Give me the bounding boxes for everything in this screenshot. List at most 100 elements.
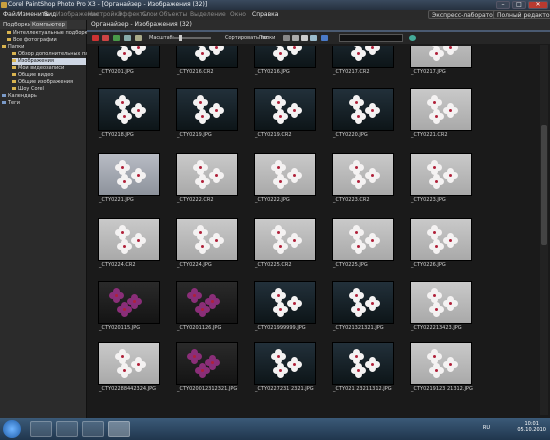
thumbnail-image[interactable]	[99, 343, 159, 384]
thumbnail[interactable]: _CTY020012312321.JPG	[177, 343, 241, 403]
language-indicator[interactable]: RU	[483, 425, 490, 431]
scrollbar-thumb[interactable]	[541, 125, 547, 245]
thumbnail-image[interactable]	[255, 154, 315, 195]
menu-item[interactable]: Окно	[230, 11, 246, 18]
maximize-button[interactable]: □	[512, 1, 526, 9]
remove-icon[interactable]	[102, 35, 109, 41]
thumbnail[interactable]: _CTY0226.JPG	[411, 219, 475, 279]
thumbnail-image[interactable]	[255, 219, 315, 260]
tree-item[interactable]: Теги	[2, 100, 86, 107]
menu-item[interactable]: Объекты	[159, 11, 187, 18]
search-input[interactable]	[339, 34, 403, 42]
thumbnail[interactable]: _CTY0227231 2321.JPG	[255, 343, 319, 403]
thumbnail-image[interactable]	[333, 46, 393, 67]
thumbnail-image[interactable]	[99, 46, 159, 67]
thumbnail-image[interactable]	[177, 343, 237, 384]
tree-item[interactable]: Шоу Corel	[12, 86, 86, 93]
clock[interactable]: 10:01 05.10.2010	[517, 421, 546, 433]
thumbnail-image[interactable]	[99, 282, 159, 323]
thumbnail-image[interactable]	[177, 46, 237, 67]
thumbnail-image[interactable]	[177, 219, 237, 260]
thumbnail-image[interactable]	[411, 46, 471, 67]
taskbar-paintshop-icon[interactable]	[108, 421, 130, 437]
thumbnail-image[interactable]	[99, 154, 159, 195]
thumbnail[interactable]: _CTY0220.JPG	[333, 89, 397, 149]
thumbnail[interactable]: _CTY0201.JPG	[99, 46, 163, 86]
thumbnail[interactable]: _CTY0219123 21312.JPG	[411, 343, 475, 403]
thumbnail[interactable]: _CTY0222.JPG	[255, 154, 319, 214]
thumbnail[interactable]: _CTY0216.JPG	[255, 46, 319, 86]
thumbnail[interactable]: _CTY0221.JPG	[99, 154, 163, 214]
scrollbar[interactable]	[540, 45, 548, 415]
menu-item[interactable]: Справка	[252, 11, 278, 18]
thumbnail-image[interactable]	[411, 219, 471, 260]
tree-item[interactable]: Общие изображения	[12, 79, 86, 86]
thumbnail[interactable]: _CTY020115.JPG	[99, 282, 163, 342]
thumbnail-image[interactable]	[177, 282, 237, 323]
thumbnail-image[interactable]	[333, 343, 393, 384]
zoom-slider-knob[interactable]	[179, 35, 182, 41]
add-icon[interactable]	[113, 35, 120, 41]
thumbnail-image[interactable]	[411, 282, 471, 323]
share-icon[interactable]	[310, 35, 317, 41]
thumbnail-image[interactable]	[333, 219, 393, 260]
tab-collections[interactable]: Подборки	[1, 21, 33, 29]
menu-item[interactable]: Слои	[142, 11, 158, 18]
tree-item[interactable]: Календарь	[2, 93, 86, 100]
thumbnail-image[interactable]	[177, 89, 237, 130]
thumbnail-image[interactable]	[255, 89, 315, 130]
thumbnail[interactable]: _CTY0223.JPG	[411, 154, 475, 214]
properties-icon[interactable]	[292, 35, 299, 41]
taskbar-ie-icon[interactable]	[30, 421, 52, 437]
thumbnail-image[interactable]	[411, 343, 471, 384]
thumbnail-image[interactable]	[177, 154, 237, 195]
thumbnail[interactable]: _CTY0224.JPG	[177, 219, 241, 279]
taskbar-explorer-icon[interactable]	[56, 421, 78, 437]
tree-item[interactable]: Интеллектуальные подборки	[7, 30, 91, 37]
thumbnail[interactable]: _CTY0225.CR2	[255, 219, 319, 279]
taskbar-media-icon[interactable]	[82, 421, 104, 437]
thumbnail[interactable]: _CTY021 23211312.JPG	[333, 343, 397, 403]
tree-item[interactable]: Изображения	[12, 58, 86, 65]
thumbnail-image[interactable]	[411, 89, 471, 130]
thumbnail[interactable]: _CTY021999999.JPG	[255, 282, 319, 342]
zoom-slider[interactable]	[171, 35, 211, 41]
print-icon[interactable]	[301, 35, 308, 41]
thumbnail-image[interactable]	[255, 282, 315, 323]
sort-select[interactable]: Папки	[259, 35, 275, 41]
thumbnail-image[interactable]	[333, 89, 393, 130]
minimize-button[interactable]: –	[496, 1, 510, 9]
thumbnail[interactable]: _CTY0222.CR2	[177, 154, 241, 214]
thumbnail[interactable]: _CTY0217.CR2	[333, 46, 397, 86]
thumbnail[interactable]: _CTY0201126.JPG	[177, 282, 241, 342]
thumbnail[interactable]: _CTY0225.JPG	[333, 219, 397, 279]
thumbnail[interactable]: _CTY0219.JPG	[177, 89, 241, 149]
preview-icon[interactable]	[135, 35, 142, 41]
menu-item[interactable]: Выделение	[190, 11, 226, 18]
thumbnail[interactable]: _CTY0219.CR2	[255, 89, 319, 149]
thumbnail[interactable]: _CTY0218.JPG	[99, 89, 163, 149]
thumbnail-image[interactable]	[333, 154, 393, 195]
thumbnail-image[interactable]	[99, 89, 159, 130]
tree-item[interactable]: Папки	[2, 44, 86, 51]
start-button[interactable]	[3, 420, 21, 438]
delete-icon[interactable]	[92, 35, 99, 41]
info-icon[interactable]	[321, 35, 328, 41]
grid-icon[interactable]	[124, 35, 131, 41]
tree-item[interactable]: Обзор дополнительных папок	[12, 51, 98, 58]
menu-item[interactable]: Настройка	[88, 11, 122, 18]
thumbnail-image[interactable]	[255, 343, 315, 384]
thumbnail[interactable]: _CTY02288442324.JPG	[99, 343, 163, 403]
thumbnail[interactable]: _CTY0224.CR2	[99, 219, 163, 279]
filter-icon[interactable]	[283, 35, 290, 41]
menu-item[interactable]: Вид	[44, 11, 56, 18]
thumbnail[interactable]: _CTY021321321.JPG	[333, 282, 397, 342]
full-editor-button[interactable]: Полный редактор	[493, 10, 550, 19]
thumbnail[interactable]: _CTY0223.CR2	[333, 154, 397, 214]
refresh-icon[interactable]	[409, 35, 416, 41]
tab-computer[interactable]: Компьютер	[30, 21, 67, 29]
thumbnail[interactable]: _CTY0217.JPG	[411, 46, 475, 86]
thumbnail-image[interactable]	[411, 154, 471, 195]
thumbnail[interactable]: _CTY0216.CR2	[177, 46, 241, 86]
thumbnail-image[interactable]	[99, 219, 159, 260]
